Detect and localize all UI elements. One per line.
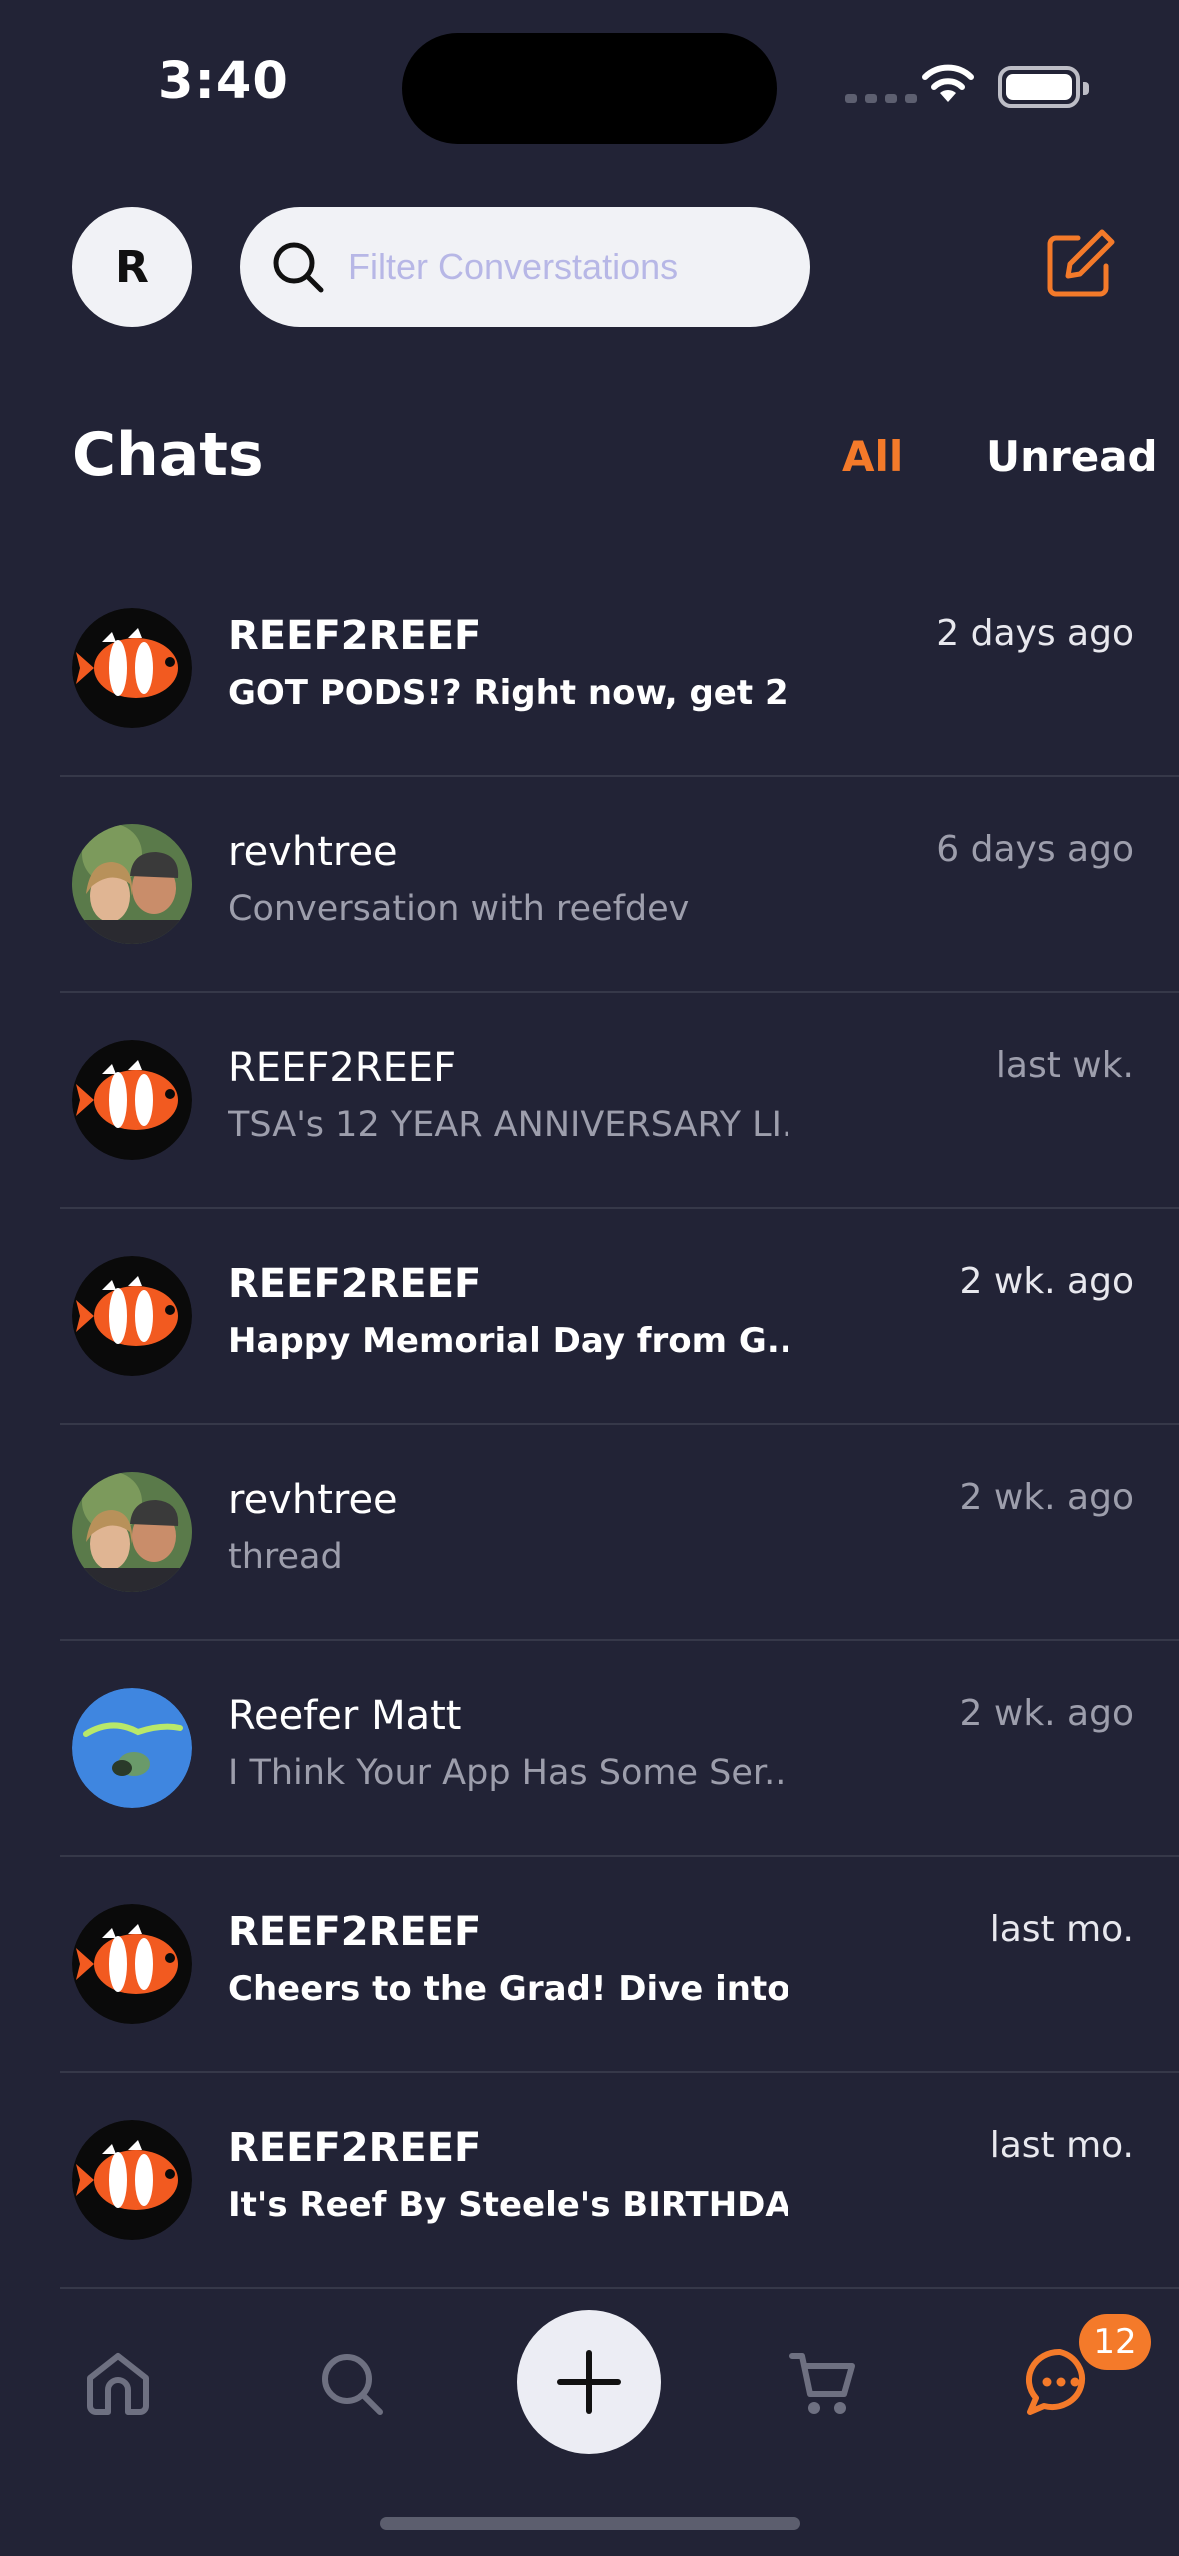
filter-all-tab[interactable]: All [842,432,903,481]
clownfish-avatar-icon [72,1256,192,1376]
chat-preview: Cheers to the Grad! Dive into... [228,1969,788,2009]
chat-name: revhtree [228,1477,398,1523]
couple-photo-avatar [72,1472,192,1592]
chat-row[interactable]: revhtree Conversation with reefdev 6 day… [60,777,1179,993]
battery-icon [998,66,1089,108]
chat-row[interactable]: revhtree thread 2 wk. ago [60,1425,1179,1641]
profile-avatar-button[interactable]: R [72,207,192,327]
dynamic-island [402,33,777,144]
search-icon [273,242,324,293]
chat-list: REEF2REEF GOT PODS!? Right now, get 2...… [0,561,1179,2289]
status-time: 3:40 [158,52,289,111]
chat-time: 6 days ago [936,829,1134,870]
chat-preview: It's Reef By Steele's BIRTHDA... [228,2185,788,2225]
filter-unread-tab[interactable]: Unread [986,432,1158,481]
search-nav-icon[interactable] [318,2350,386,2418]
search-bar[interactable] [240,207,810,327]
chat-time: last mo. [989,1909,1134,1950]
page-title: Chats [72,420,264,490]
chat-preview: Conversation with reefdev [228,889,690,929]
chat-name: REEF2REEF [228,1045,457,1091]
screen: 3:40 R Chats All Unread REEF2REEF GOT PO… [0,0,1179,2556]
chat-time: last wk. [995,1045,1134,1086]
chat-name: REEF2REEF [228,613,482,659]
chat-preview: Happy Memorial Day from G... [228,1321,788,1361]
chat-preview: I Think Your App Has Some Ser... [228,1753,788,1793]
clownfish-avatar-icon [72,608,192,728]
filter-conversations-input[interactable] [348,246,808,288]
wifi-icon [922,64,974,102]
chat-time: last mo. [989,2125,1134,2166]
chat-name: REEF2REEF [228,1261,482,1307]
chat-row[interactable]: REEF2REEF TSA's 12 YEAR ANNIVERSARY LI..… [60,993,1179,1209]
chat-name: REEF2REEF [228,2125,482,2171]
clownfish-avatar-icon [72,1040,192,1160]
create-post-button[interactable] [517,2310,661,2454]
couple-photo-avatar [72,824,192,944]
clownfish-avatar-icon [72,1904,192,2024]
chat-name: Reefer Matt [228,1693,462,1739]
chat-row[interactable]: Reefer Matt I Think Your App Has Some Se… [60,1641,1179,1857]
chat-preview: GOT PODS!? Right now, get 2... [228,673,788,713]
chat-row[interactable]: REEF2REEF GOT PODS!? Right now, get 2...… [60,561,1179,777]
clownfish-avatar-icon [72,2120,192,2240]
plus-icon [557,2350,621,2414]
chat-name: revhtree [228,829,398,875]
profile-initial: R [115,241,149,293]
chat-preview: thread [228,1537,343,1577]
chat-row[interactable]: REEF2REEF Cheers to the Grad! Dive into.… [60,1857,1179,2073]
home-indicator [380,2517,800,2530]
compose-icon[interactable] [1044,228,1116,300]
chat-unread-badge: 12 [1079,2314,1151,2370]
chat-time: 2 wk. ago [959,1693,1134,1734]
reefer-matt-logo-avatar [72,1688,192,1808]
chat-row[interactable]: REEF2REEF Happy Memorial Day from G... 2… [60,1209,1179,1425]
home-icon[interactable] [84,2350,152,2416]
chat-row[interactable]: REEF2REEF It's Reef By Steele's BIRTHDA.… [60,2073,1179,2289]
chat-time: 2 wk. ago [959,1477,1134,1518]
chat-time: 2 days ago [936,613,1134,654]
chat-name: REEF2REEF [228,1909,482,1955]
cart-icon[interactable] [788,2350,858,2418]
cellular-signal-icon [845,94,917,103]
chat-time: 2 wk. ago [959,1261,1134,1302]
chat-preview: TSA's 12 YEAR ANNIVERSARY LI... [228,1105,788,1145]
